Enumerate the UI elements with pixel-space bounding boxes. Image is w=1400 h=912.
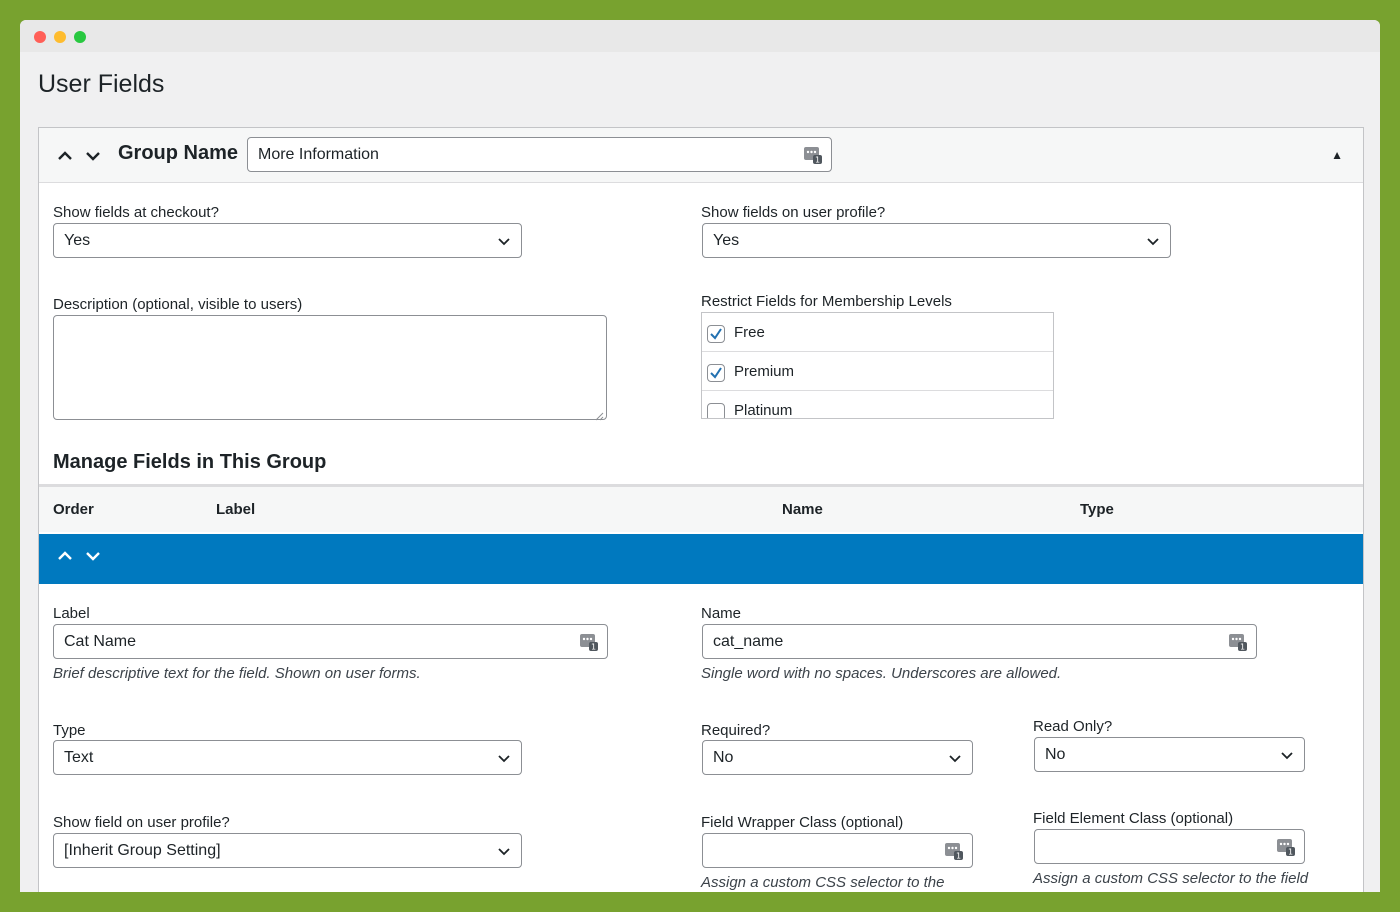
move-field-down-icon[interactable]: [83, 546, 103, 566]
element-class-help: Assign a custom CSS selector to the fiel…: [1033, 870, 1309, 887]
field-type-value: Text: [64, 749, 94, 766]
chevron-down-icon: [1146, 234, 1160, 248]
level-label: Free: [734, 324, 765, 341]
chevron-down-icon: [497, 234, 511, 248]
field-label-value: Cat Name: [64, 633, 137, 650]
wrapper-class-label: Field Wrapper Class (optional): [701, 814, 904, 831]
show-checkout-select[interactable]: Yes: [53, 223, 522, 258]
show-checkout-value: Yes: [64, 232, 91, 249]
field-profile-label: Show field on user profile?: [53, 814, 230, 831]
window-titlebar: [20, 20, 1380, 52]
required-label: Required?: [701, 722, 771, 739]
field-label-help: Brief descriptive text for the field. Sh…: [53, 665, 421, 682]
password-manager-icon[interactable]: 1: [1228, 632, 1248, 652]
app-window: User Fields Group Name More Information …: [20, 20, 1380, 892]
column-type: Type: [1080, 501, 1114, 518]
field-label-label: Label: [53, 605, 90, 622]
level-item-premium[interactable]: Premium: [702, 352, 1053, 391]
password-manager-icon[interactable]: 1: [1276, 837, 1296, 857]
level-label: Platinum: [734, 402, 793, 419]
level-checkbox-platinum[interactable]: [707, 403, 725, 418]
chevron-down-icon: [948, 751, 962, 765]
readonly-select[interactable]: No: [1034, 737, 1305, 772]
field-row-selected[interactable]: [39, 534, 1363, 584]
chevron-down-icon: [1280, 748, 1294, 762]
manage-fields-heading: Manage Fields in This Group: [53, 451, 327, 473]
level-label: Premium: [734, 363, 795, 380]
move-field-up-icon[interactable]: [55, 546, 75, 566]
level-checkbox-free[interactable]: [707, 325, 725, 343]
column-order: Order: [53, 501, 94, 518]
show-profile-value: Yes: [713, 232, 740, 249]
wrapper-class-input[interactable]: 1: [702, 833, 973, 868]
required-value: No: [713, 749, 734, 766]
svg-text:1: 1: [815, 156, 820, 165]
password-manager-icon[interactable]: 1: [579, 632, 599, 652]
field-profile-select[interactable]: [Inherit Group Setting]: [53, 833, 522, 868]
show-profile-label: Show fields on user profile?: [701, 204, 886, 221]
group-header: Group Name More Information 1 ▲: [39, 128, 1363, 183]
element-class-input[interactable]: 1: [1034, 829, 1305, 864]
group-name-value: More Information: [258, 146, 379, 163]
membership-levels-list: Free Premium Platinum: [701, 312, 1054, 419]
svg-text:1: 1: [956, 852, 961, 861]
field-group-panel: Group Name More Information 1 ▲ Show fie…: [38, 127, 1364, 892]
field-label-input[interactable]: Cat Name 1: [53, 624, 608, 659]
fields-table-header: Order Label Name Type: [39, 484, 1363, 532]
description-textarea[interactable]: [53, 315, 607, 421]
chevron-down-icon: [497, 751, 511, 765]
element-class-label: Field Element Class (optional): [1033, 810, 1234, 827]
column-name: Name: [782, 501, 823, 518]
page-title: User Fields: [38, 70, 165, 98]
column-label: Label: [216, 501, 256, 518]
level-checkbox-premium[interactable]: [707, 364, 725, 382]
wrapper-class-help: Assign a custom CSS selector to the: [701, 874, 945, 891]
level-item-free[interactable]: Free: [702, 313, 1053, 352]
group-name-label: Group Name: [118, 142, 239, 164]
readonly-value: No: [1045, 746, 1066, 763]
show-checkout-label: Show fields at checkout?: [53, 204, 219, 221]
minimize-window-button[interactable]: [54, 31, 66, 43]
maximize-window-button[interactable]: [74, 31, 86, 43]
svg-text:1: 1: [591, 643, 596, 652]
description-label: Description (optional, visible to users): [53, 296, 303, 313]
field-name-input[interactable]: cat_name 1: [702, 624, 1257, 659]
password-manager-icon[interactable]: 1: [803, 145, 823, 165]
field-name-label: Name: [701, 605, 742, 622]
show-profile-select[interactable]: Yes: [702, 223, 1171, 258]
field-name-value: cat_name: [713, 633, 784, 650]
move-group-up-icon[interactable]: [55, 146, 75, 166]
move-group-down-icon[interactable]: [83, 146, 103, 166]
svg-text:1: 1: [1288, 848, 1293, 857]
password-manager-icon[interactable]: 1: [944, 841, 964, 861]
svg-text:1: 1: [1240, 643, 1245, 652]
field-type-label: Type: [53, 722, 86, 739]
readonly-label: Read Only?: [1033, 718, 1113, 735]
levels-label: Restrict Fields for Membership Levels: [701, 293, 952, 310]
close-window-button[interactable]: [34, 31, 46, 43]
field-profile-value: [Inherit Group Setting]: [64, 842, 221, 859]
resize-handle-icon[interactable]: [595, 408, 604, 421]
level-item-platinum[interactable]: Platinum: [702, 391, 1053, 419]
field-name-help: Single word with no spaces. Underscores …: [701, 665, 1062, 682]
required-select[interactable]: No: [702, 740, 973, 775]
chevron-down-icon: [497, 844, 511, 858]
group-name-input[interactable]: More Information 1: [247, 137, 832, 172]
collapse-group-icon[interactable]: ▲: [1331, 148, 1343, 162]
field-type-select[interactable]: Text: [53, 740, 522, 775]
